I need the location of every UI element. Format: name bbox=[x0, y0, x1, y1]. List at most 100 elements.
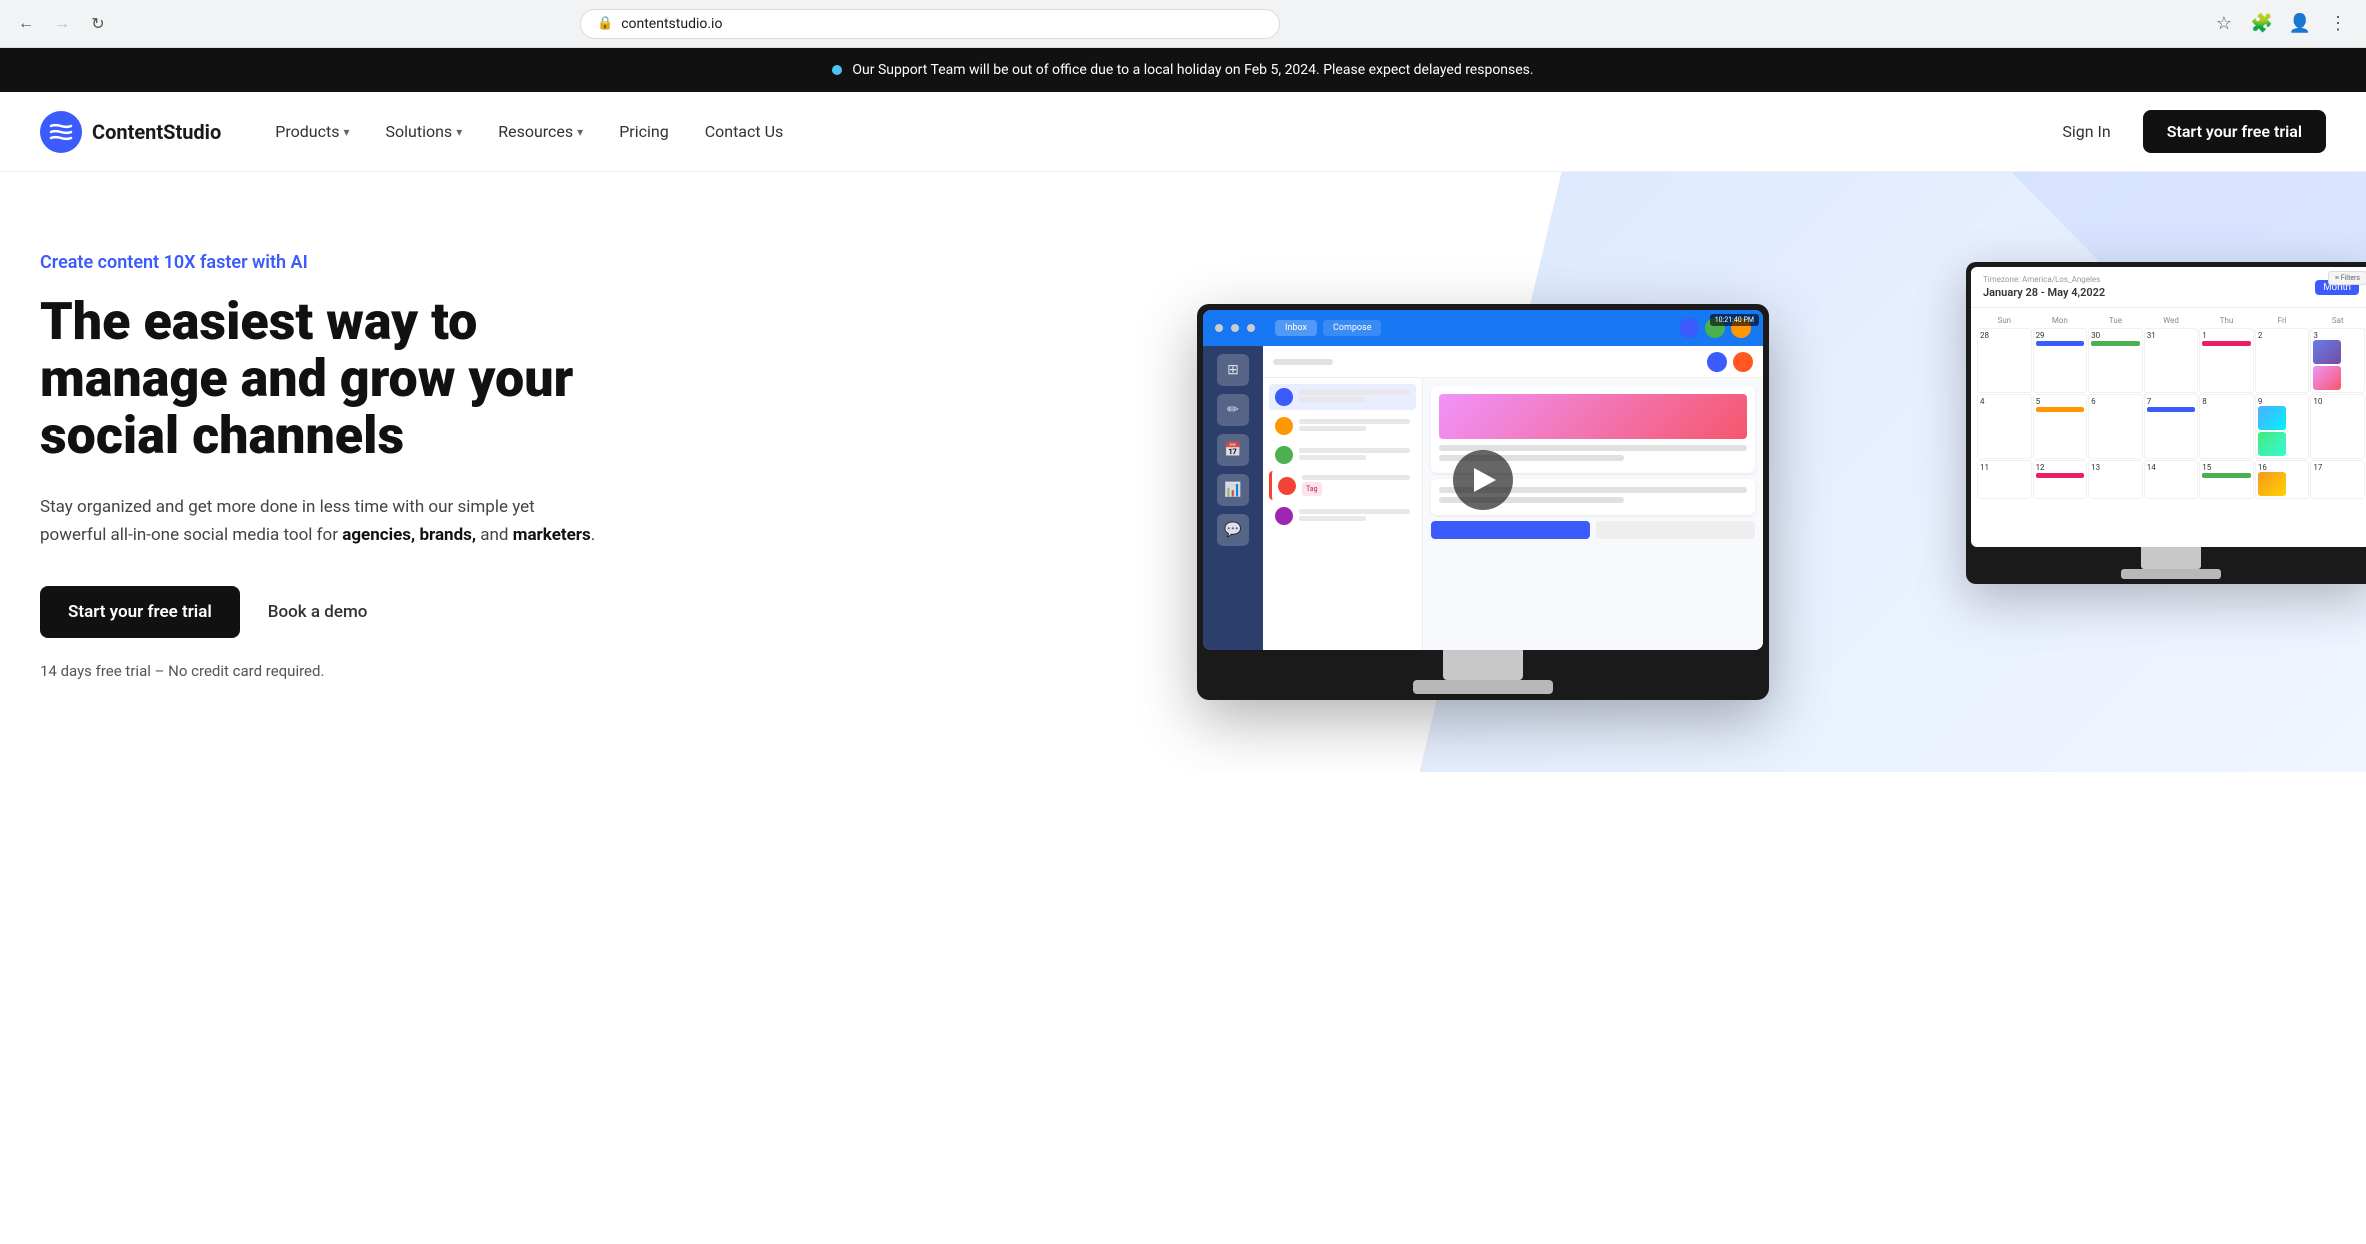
cal-header-thu: Thu bbox=[2199, 314, 2254, 327]
sidebar-compose-icon: ✏ bbox=[1217, 394, 1249, 426]
nav-contact[interactable]: Contact Us bbox=[691, 114, 798, 149]
hero-demo-button[interactable]: Book a demo bbox=[268, 602, 368, 622]
cal-day-16[interactable]: 16 bbox=[2255, 460, 2310, 499]
browser-actions: ☆ 🧩 👤 ⋮ bbox=[2208, 8, 2354, 40]
cal-thumbnail-2 bbox=[2313, 366, 2341, 390]
reload-button[interactable]: ↻ bbox=[84, 10, 112, 38]
calendar-controls: Month ≡ Filters bbox=[2315, 280, 2359, 295]
cal-day-08[interactable]: 8 bbox=[2199, 394, 2254, 459]
menu-button[interactable]: ⋮ bbox=[2322, 8, 2354, 40]
cal-day-03[interactable]: 3 bbox=[2310, 328, 2365, 393]
cal-day-17[interactable]: 17 bbox=[2310, 460, 2365, 499]
announcement-dot bbox=[832, 65, 842, 75]
cal-day-10[interactable]: 10 bbox=[2310, 394, 2365, 459]
back-button[interactable]: ← bbox=[12, 10, 40, 38]
screen-action-btn-2 bbox=[1596, 521, 1755, 539]
cal-day-9-content bbox=[2258, 406, 2307, 456]
logo-link[interactable]: ContentStudio bbox=[40, 111, 221, 153]
nav-solutions-label: Solutions bbox=[386, 122, 453, 141]
cal-day-29[interactable]: 29 bbox=[2033, 328, 2088, 393]
play-button[interactable] bbox=[1453, 450, 1513, 510]
hero-bold-marketers: marketers bbox=[513, 525, 591, 545]
monitor-main: Inbox Compose ⊞ ✏ 📅 bbox=[1197, 304, 1769, 700]
hero-buttons: Start your free trial Book a demo bbox=[40, 586, 640, 638]
cal-day-15[interactable]: 15 bbox=[2199, 460, 2254, 499]
calendar-title: January 28 - May 4,2022 bbox=[1983, 286, 2105, 299]
bookmark-button[interactable]: ☆ bbox=[2208, 8, 2240, 40]
screen-item-avatar-3 bbox=[1275, 446, 1293, 464]
hero-left: Create content 10X faster with AI The ea… bbox=[40, 232, 640, 680]
screen-btn-row bbox=[1431, 521, 1755, 539]
sidebar-analytics-icon: 📊 bbox=[1217, 474, 1249, 506]
nav-right: Sign In Start your free trial bbox=[2046, 110, 2326, 153]
start-trial-button[interactable]: Start your free trial bbox=[2143, 110, 2326, 153]
cal-day-28[interactable]: 28 bbox=[1977, 328, 2032, 393]
screen-message-list: Tag bbox=[1263, 378, 1423, 650]
screen-item-avatar-5 bbox=[1275, 507, 1293, 525]
screen-search-bar bbox=[1273, 359, 1333, 365]
screen-list-item-3 bbox=[1269, 442, 1416, 468]
screen-line-7 bbox=[1302, 475, 1410, 480]
screen-tab: Inbox bbox=[1275, 320, 1317, 336]
nav-pricing[interactable]: Pricing bbox=[605, 114, 683, 149]
screen-item-avatar-4 bbox=[1278, 477, 1296, 495]
browser-chrome: ← → ↻ 🔒 contentstudio.io ☆ 🧩 👤 ⋮ bbox=[0, 0, 2366, 48]
address-bar[interactable]: 🔒 contentstudio.io bbox=[580, 9, 1280, 39]
cal-day-31[interactable]: 31 bbox=[2144, 328, 2199, 393]
screen-item-avatar-1 bbox=[1275, 388, 1293, 406]
cal-day-02[interactable]: 2 bbox=[2255, 328, 2310, 393]
cal-day-07[interactable]: 7 bbox=[2144, 394, 2199, 459]
monitor-main-base bbox=[1413, 680, 1553, 694]
timestamp-badge: 10:21:40 PM bbox=[1710, 314, 1759, 326]
hero-description-text3: and bbox=[476, 525, 513, 545]
cal-day-13[interactable]: 13 bbox=[2088, 460, 2143, 499]
cal-day-30[interactable]: 30 bbox=[2088, 328, 2143, 393]
calendar-grid: Sun Mon Tue Wed Thu Fri Sat 28 29 30 31 … bbox=[1971, 308, 2366, 505]
screen-item-text-1 bbox=[1299, 390, 1410, 404]
screen-list: Tag bbox=[1263, 378, 1422, 538]
cal-day-06[interactable]: 6 bbox=[2088, 394, 2143, 459]
nav-links: Products ▾ Solutions ▾ Resources ▾ Prici… bbox=[261, 114, 2046, 149]
forward-button[interactable]: → bbox=[48, 10, 76, 38]
calendar-header-left: Timezone: America/Los_Angeles January 28… bbox=[1983, 275, 2105, 299]
hero-description: Stay organized and get more done in less… bbox=[40, 493, 600, 551]
play-triangle-icon bbox=[1474, 468, 1496, 492]
cal-day-09[interactable]: 9 bbox=[2255, 394, 2310, 459]
nav-solutions[interactable]: Solutions ▾ bbox=[372, 114, 477, 149]
hero-trial-button[interactable]: Start your free trial bbox=[40, 586, 240, 638]
cal-day-11[interactable]: 11 bbox=[1977, 460, 2032, 499]
screen-right-content bbox=[1423, 378, 1763, 650]
screen-list-item-2 bbox=[1269, 413, 1416, 439]
screen-tag-row: Tag bbox=[1302, 482, 1410, 496]
url-text: contentstudio.io bbox=[621, 16, 1263, 32]
sidebar-inbox-icon: 💬 bbox=[1217, 514, 1249, 546]
monitor-secondary-stand bbox=[2141, 547, 2201, 569]
cal-header-mon: Mon bbox=[2033, 314, 2088, 327]
extensions-button[interactable]: 🧩 bbox=[2246, 8, 2278, 40]
profile-button[interactable]: 👤 bbox=[2284, 8, 2316, 40]
logo-icon bbox=[40, 111, 82, 153]
cal-day-16-content bbox=[2258, 472, 2307, 496]
cal-day-05[interactable]: 5 bbox=[2033, 394, 2088, 459]
nav-products[interactable]: Products ▾ bbox=[261, 114, 363, 149]
hero-note: 14 days free trial – No credit card requ… bbox=[40, 662, 640, 680]
cal-day-14[interactable]: 14 bbox=[2144, 460, 2199, 499]
hero-description-period: . bbox=[591, 525, 595, 545]
calendar-timezone: Timezone: America/Los_Angeles bbox=[1983, 275, 2105, 284]
cal-header-tue: Tue bbox=[2088, 314, 2143, 327]
screen-sidebar: ⊞ ✏ 📅 📊 💬 bbox=[1203, 346, 1263, 650]
cal-day-04[interactable]: 4 bbox=[1977, 394, 2032, 459]
nav-resources[interactable]: Resources ▾ bbox=[484, 114, 597, 149]
cal-day-01[interactable]: 1 bbox=[2199, 328, 2254, 393]
cal-day-12[interactable]: 12 bbox=[2033, 460, 2088, 499]
monitor-secondary: Timezone: America/Los_Angeles January 28… bbox=[1966, 262, 2366, 584]
sign-in-button[interactable]: Sign In bbox=[2046, 114, 2126, 149]
calendar-filters[interactable]: ≡ Filters bbox=[2328, 271, 2366, 285]
resources-chevron-icon: ▾ bbox=[577, 125, 583, 139]
cal-thumbnail-4 bbox=[2258, 432, 2286, 456]
screen-list-item-4: Tag bbox=[1269, 471, 1416, 500]
screen-list-item-1 bbox=[1269, 384, 1416, 410]
hero-right: Inbox Compose ⊞ ✏ 📅 bbox=[640, 232, 2326, 732]
hero-bold-brands: brands, bbox=[419, 525, 476, 545]
navbar: ContentStudio Products ▾ Solutions ▾ Res… bbox=[0, 92, 2366, 172]
